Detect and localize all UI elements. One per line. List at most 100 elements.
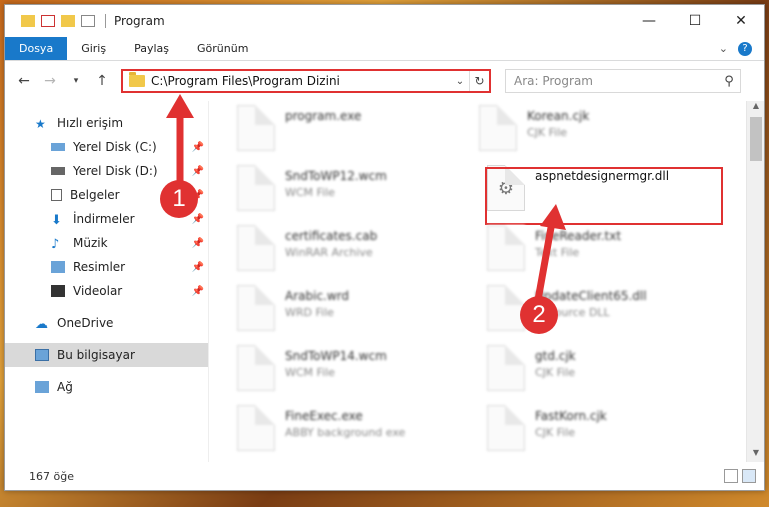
file-item[interactable]: FastKorn.cjk CJK File — [487, 405, 717, 463]
forward-button[interactable]: → — [39, 73, 61, 89]
minimize-button[interactable]: — — [626, 5, 672, 37]
sidebar-item-videos[interactable]: Videolar 📌 — [5, 279, 208, 303]
text-file-icon — [487, 225, 525, 271]
sidebar-item-quick-access[interactable]: ★ Hızlı erişim — [5, 111, 208, 135]
dll-gear-file-icon — [487, 285, 525, 331]
maximize-button[interactable]: ☐ — [672, 5, 718, 37]
customize-toolbar-icon[interactable] — [81, 15, 95, 27]
file-icon — [237, 285, 275, 331]
sidebar-item-network[interactable]: Ağ — [5, 375, 208, 399]
tab-dosya[interactable]: Dosya — [5, 37, 68, 60]
tab-giris[interactable]: Giriş — [67, 37, 120, 60]
tab-gorunum[interactable]: Görünüm — [183, 37, 262, 60]
new-folder-icon[interactable] — [61, 15, 75, 27]
file-name: FineExec.exe — [285, 409, 363, 423]
sidebar-item-label: Yerel Disk (D:) — [73, 164, 158, 178]
file-name: gtd.cjk — [535, 349, 576, 363]
exe-file-icon — [237, 405, 275, 451]
film-icon — [51, 285, 65, 297]
file-item[interactable]: program.exe — [237, 105, 467, 163]
file-item[interactable]: SndToWP14.wcm WCM File — [237, 345, 467, 403]
file-icon — [487, 405, 525, 451]
file-item[interactable]: gtd.cjk CJK File — [487, 345, 717, 403]
pin-icon[interactable]: 📌 — [192, 166, 204, 177]
vertical-scrollbar[interactable]: ▲ ▼ — [746, 101, 764, 462]
sidebar-item-label: Videolar — [73, 284, 123, 298]
scroll-up-icon[interactable]: ▲ — [747, 101, 765, 115]
annotation-badge-1: 1 — [160, 180, 198, 218]
file-name: Korean.cjk — [527, 109, 590, 123]
file-item[interactable]: Korean.cjk CJK File — [479, 105, 709, 163]
file-item[interactable]: FineExec.exe ABBY background exe — [237, 405, 467, 463]
address-dropdown-button[interactable]: ⌄ — [451, 76, 469, 87]
star-icon: ★ — [35, 117, 46, 131]
folder-icon — [129, 72, 145, 87]
item-count: 167 öğe — [29, 469, 74, 483]
quick-access-toolbar — [5, 15, 95, 27]
large-icons-view-icon[interactable] — [742, 469, 756, 483]
file-type: WCM File — [285, 186, 335, 199]
sidebar-item-label: Bu bilgisayar — [57, 348, 135, 362]
explorer-window: Program — ☐ ✕ Dosya Giriş Paylaş Görünüm… — [4, 4, 765, 491]
file-icon — [479, 105, 517, 151]
sidebar-item-label: Belgeler — [70, 188, 120, 202]
scrollbar-thumb[interactable] — [750, 117, 762, 161]
pin-icon[interactable]: 📌 — [192, 214, 204, 225]
annotation-badge-2: 2 — [520, 296, 558, 334]
sidebar-item-label: Resimler — [73, 260, 126, 274]
properties-icon[interactable] — [41, 15, 55, 27]
title-bar: Program — ☐ ✕ — [5, 5, 764, 37]
refresh-button[interactable]: ↻ — [469, 71, 489, 91]
file-name: certificates.cab — [285, 229, 378, 243]
search-input[interactable]: Ara: Program ⚲ — [505, 69, 741, 93]
file-name: SndToWP14.wcm — [285, 349, 387, 363]
archive-file-icon — [237, 225, 275, 271]
sidebar-item-onedrive[interactable]: ☁ OneDrive — [5, 311, 208, 335]
file-item[interactable]: FineReader.txt Text File — [487, 225, 717, 283]
recent-locations-button[interactable]: ▾ — [65, 76, 87, 86]
details-view-icon[interactable] — [724, 469, 738, 483]
up-button[interactable]: ↑ — [91, 73, 113, 89]
document-icon — [51, 189, 62, 201]
status-bar: 167 öğe — [5, 462, 764, 490]
file-icon — [237, 165, 275, 211]
pin-icon[interactable]: 📌 — [192, 238, 204, 249]
search-icon[interactable]: ⚲ — [718, 74, 740, 89]
scroll-down-icon[interactable]: ▼ — [747, 448, 765, 462]
sidebar-item-this-pc[interactable]: Bu bilgisayar — [5, 343, 208, 367]
sidebar-item-pictures[interactable]: Resimler 📌 — [5, 255, 208, 279]
file-item[interactable]: certificates.cab WinRAR Archive — [237, 225, 467, 283]
music-note-icon: ♪ — [51, 237, 60, 252]
address-bar[interactable]: C:\Program Files\Program Dizini ⌄ ↻ — [121, 69, 491, 93]
sidebar-item-label: Hızlı erişim — [57, 116, 124, 130]
file-type: ABBY background exe — [285, 426, 406, 439]
close-button[interactable]: ✕ — [718, 5, 764, 37]
sidebar-item-music[interactable]: ♪ Müzik 📌 — [5, 231, 208, 255]
search-placeholder: Ara: Program — [514, 74, 593, 88]
drive-icon — [51, 143, 65, 151]
back-button[interactable]: ← — [13, 73, 35, 89]
help-icon[interactable]: ? — [738, 41, 752, 56]
expand-ribbon-icon[interactable]: ⌄ — [719, 42, 728, 55]
navigation-pane: ★ Hızlı erişim Yerel Disk (C:) 📌 Yerel D… — [5, 101, 209, 462]
file-type: CJK File — [527, 126, 568, 139]
sidebar-item-label: Yerel Disk (C:) — [73, 140, 157, 154]
file-name: SndToWP12.wcm — [285, 169, 387, 183]
file-item[interactable]: Arabic.wrd WRD File — [237, 285, 467, 343]
sidebar-item-label: İndirmeler — [73, 212, 135, 226]
file-icon — [237, 345, 275, 391]
download-arrow-icon: ⬇ — [51, 213, 62, 228]
sidebar-item-label: Ağ — [57, 380, 73, 394]
cloud-icon: ☁ — [35, 317, 48, 332]
pin-icon[interactable]: 📌 — [192, 262, 204, 273]
file-name: FineReader.txt — [535, 229, 622, 243]
file-item[interactable]: SndToWP12.wcm WCM File — [237, 165, 467, 223]
network-icon — [35, 381, 49, 393]
ribbon-tabs: Dosya Giriş Paylaş Görünüm ⌄ ? — [5, 37, 764, 61]
file-type: WCM File — [285, 366, 335, 379]
sidebar-item-local-disk-c[interactable]: Yerel Disk (C:) 📌 — [5, 135, 208, 159]
tab-paylas[interactable]: Paylaş — [120, 37, 183, 60]
file-type: WinRAR Archive — [285, 246, 373, 259]
pin-icon[interactable]: 📌 — [192, 142, 204, 153]
pin-icon[interactable]: 📌 — [192, 286, 204, 297]
